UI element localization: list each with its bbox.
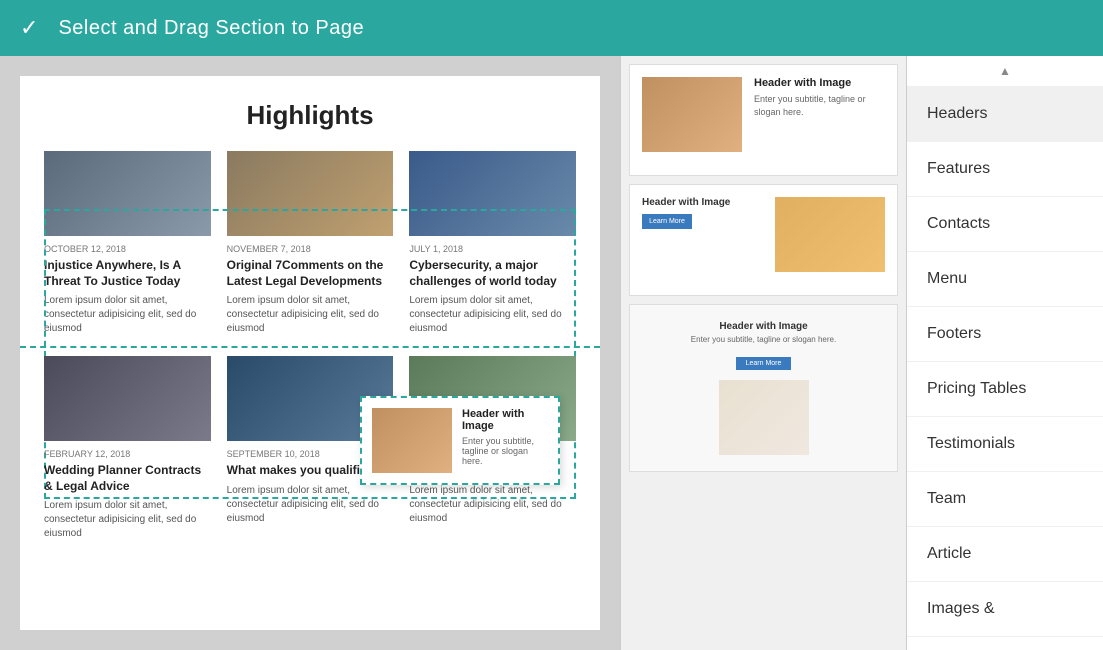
category-item-footers[interactable]: Footers	[907, 307, 1103, 362]
page-title: Select and Drag Section to Page	[58, 17, 364, 40]
blog-headline-1: Injustice Anywhere, Is A Threat To Justi…	[44, 258, 211, 289]
blog-card-1: OCTOBER 12, 2018 Injustice Anywhere, Is …	[44, 151, 211, 336]
blog-date-2: NOVEMBER 7, 2018	[227, 244, 394, 254]
main-content: Highlights OCTOBER 12, 2018 Injustice An…	[0, 56, 1103, 650]
page-preview: Highlights OCTOBER 12, 2018 Injustice An…	[0, 56, 620, 650]
sc1-title: Header with Image	[754, 77, 885, 89]
drag-ghost-card: Header with Image Enter you subtitle, ta…	[360, 396, 560, 485]
category-list: ▲ Headers Features Contacts Menu Footers…	[907, 56, 1103, 650]
blog-date-1: OCTOBER 12, 2018	[44, 244, 211, 254]
category-item-article[interactable]: Article	[907, 527, 1103, 582]
blog-excerpt-6: Lorem ipsum dolor sit amet, consectetur …	[409, 484, 576, 526]
drag-ghost-image	[372, 408, 452, 473]
sc3-subtitle: Enter you subtitle, tagline or slogan he…	[642, 335, 885, 344]
blog-card-3: JULY 1, 2018 Cybersecurity, a major chal…	[409, 151, 576, 336]
blog-image-1	[44, 151, 211, 236]
section-card-2[interactable]: Header with Image Learn More	[629, 184, 898, 296]
category-item-menu[interactable]: Menu	[907, 252, 1103, 307]
section-card-3[interactable]: Header with Image Enter you subtitle, ta…	[629, 304, 898, 472]
section-card-1[interactable]: Header with Image Enter you subtitle, ta…	[629, 64, 898, 176]
scroll-up-button[interactable]: ▲	[907, 56, 1103, 87]
category-item-features[interactable]: Features	[907, 142, 1103, 197]
sc1-image	[642, 77, 742, 152]
sc2-button-label: Learn More	[649, 218, 685, 225]
blog-excerpt-1: Lorem ipsum dolor sit amet, consectetur …	[44, 294, 211, 336]
sc2-button[interactable]: Learn More	[642, 214, 692, 229]
blog-excerpt-2: Lorem ipsum dolor sit amet, consectetur …	[227, 294, 394, 336]
blog-image-4	[44, 356, 211, 441]
category-item-images-video[interactable]: Images &	[907, 582, 1103, 637]
sc3-button-label: Learn More	[746, 360, 782, 367]
sc3-button[interactable]: Learn More	[736, 357, 792, 370]
section-previews-panel[interactable]: Header with Image Enter you subtitle, ta…	[620, 56, 907, 650]
blog-headline-4: Wedding Planner Contracts & Legal Advice	[44, 463, 211, 494]
blog-card-4: FEBRUARY 12, 2018 Wedding Planner Contra…	[44, 356, 211, 541]
highlights-title: Highlights	[44, 100, 576, 131]
blog-date-3: JULY 1, 2018	[409, 244, 576, 254]
category-item-headers[interactable]: Headers	[907, 87, 1103, 142]
preview-inner: Highlights OCTOBER 12, 2018 Injustice An…	[20, 76, 600, 630]
check-icon: ✓	[20, 15, 38, 41]
sc3-title: Header with Image	[642, 321, 885, 332]
blog-grid-row1: OCTOBER 12, 2018 Injustice Anywhere, Is …	[44, 151, 576, 336]
sc3-image	[719, 380, 809, 455]
category-item-pricing-tables[interactable]: Pricing Tables	[907, 362, 1103, 417]
top-bar: ✓ Select and Drag Section to Page	[0, 0, 1103, 56]
blog-image-2	[227, 151, 394, 236]
category-item-testimonials[interactable]: Testimonials	[907, 417, 1103, 472]
category-item-contacts[interactable]: Contacts	[907, 197, 1103, 252]
category-item-team[interactable]: Team	[907, 472, 1103, 527]
drag-ghost-title: Header with Image	[462, 408, 548, 432]
scroll-up-arrow: ▲	[999, 64, 1011, 78]
blog-image-3	[409, 151, 576, 236]
blog-excerpt-4: Lorem ipsum dolor sit amet, consectetur …	[44, 499, 211, 541]
drag-ghost-subtitle: Enter you subtitle, tagline or slogan he…	[462, 436, 548, 466]
blog-excerpt-3: Lorem ipsum dolor sit amet, consectetur …	[409, 294, 576, 336]
blog-excerpt-5: Lorem ipsum dolor sit amet, consectetur …	[227, 484, 394, 526]
blog-headline-2: Original 7Comments on the Latest Legal D…	[227, 258, 394, 289]
sc1-subtitle: Enter you subtitle, tagline or slogan he…	[754, 93, 885, 118]
blog-headline-3: Cybersecurity, a major challenges of wor…	[409, 258, 576, 289]
blog-card-2: NOVEMBER 7, 2018 Original 7Comments on t…	[227, 151, 394, 336]
blog-date-4: FEBRUARY 12, 2018	[44, 449, 211, 459]
sc2-image	[775, 197, 885, 272]
highlights-section: Highlights OCTOBER 12, 2018 Injustice An…	[20, 76, 600, 346]
